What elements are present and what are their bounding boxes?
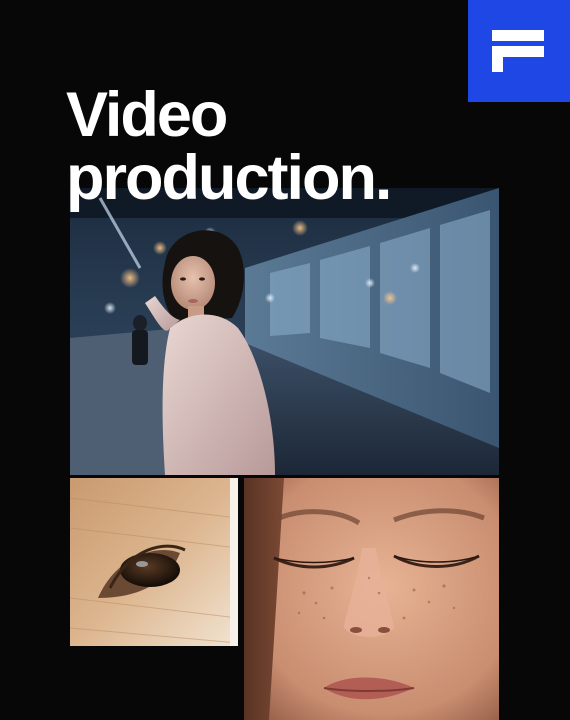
brand-logo[interactable] bbox=[468, 0, 570, 102]
headline: Video production. bbox=[66, 80, 392, 213]
headline-line-2: production. bbox=[66, 143, 392, 213]
horse-eye-closeup-photo bbox=[70, 478, 238, 646]
brand-f-logo-icon bbox=[492, 30, 544, 72]
poster: Video production. bbox=[0, 0, 570, 720]
headline-line-1: Video bbox=[66, 80, 228, 150]
night-street-portrait-photo bbox=[70, 188, 499, 475]
freckled-face-closeup-photo bbox=[244, 478, 499, 720]
